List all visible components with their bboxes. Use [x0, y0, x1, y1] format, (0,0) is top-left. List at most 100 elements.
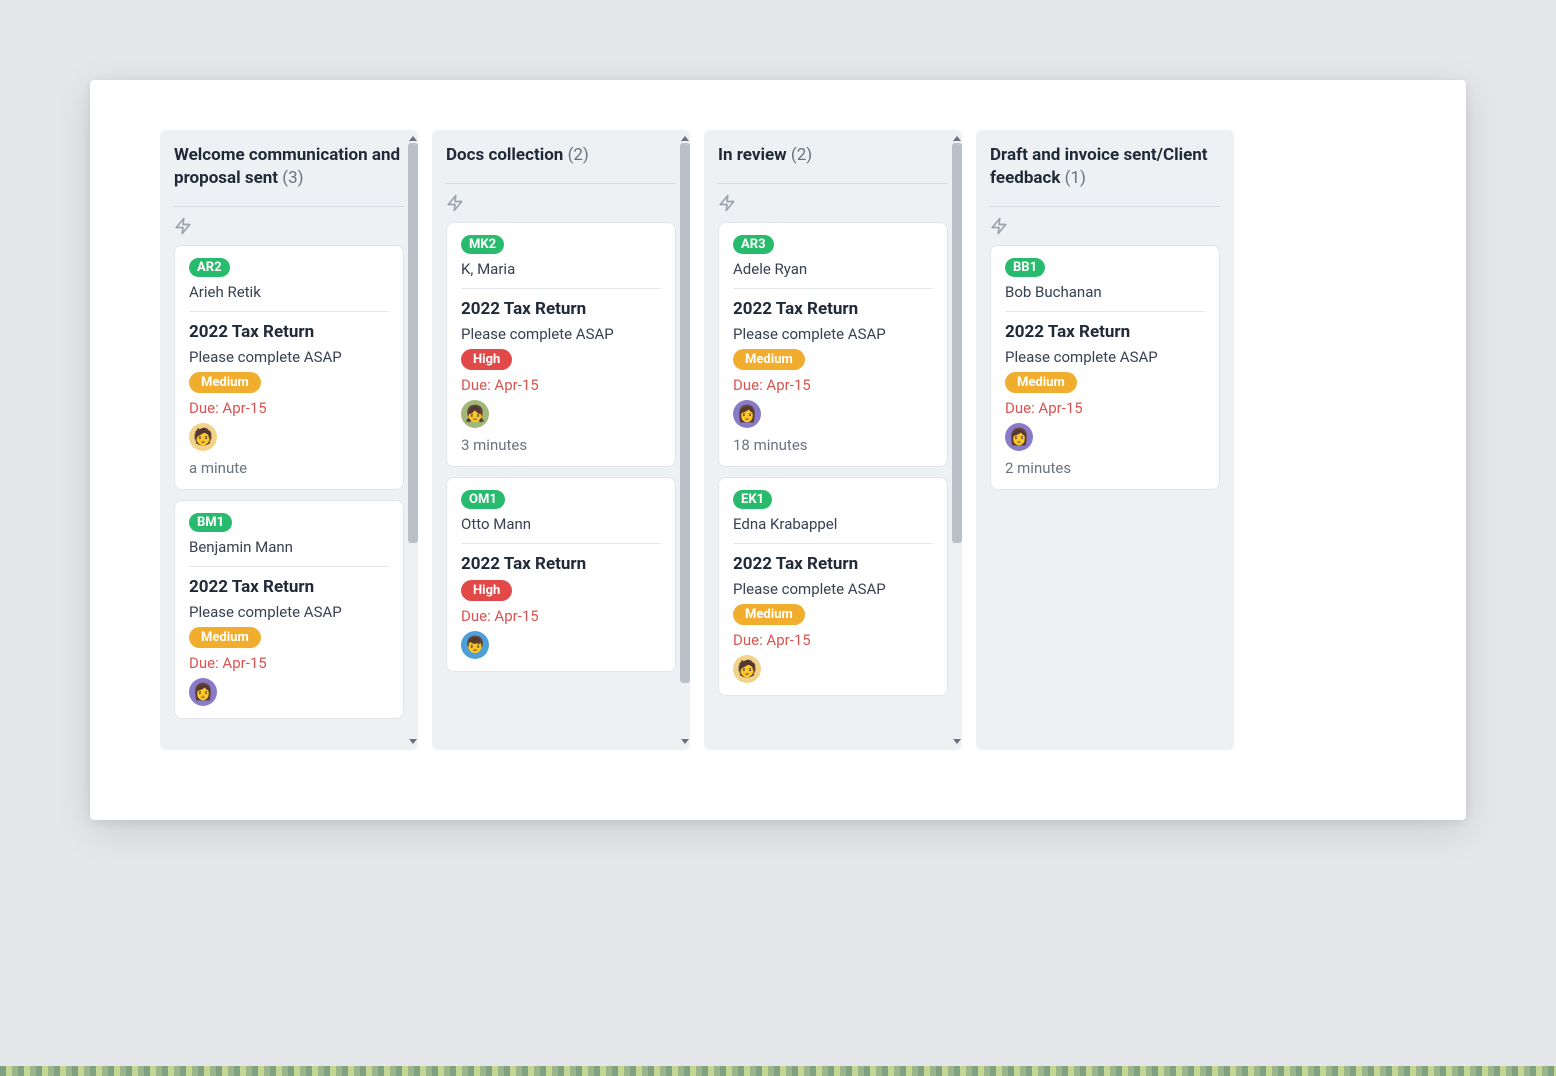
task-card[interactable]: AR2Arieh Retik2022 Tax ReturnPlease comp…	[174, 245, 404, 490]
task-card[interactable]: MK2K, Maria2022 Tax ReturnPlease complet…	[446, 222, 676, 467]
column-title: Docs collection	[446, 145, 563, 165]
column-header: Welcome communication and proposal sent …	[174, 144, 404, 200]
divider	[189, 311, 389, 312]
task-title: 2022 Tax Return	[461, 299, 661, 319]
lightning-icon[interactable]	[446, 194, 676, 212]
column-count: (1)	[1065, 168, 1086, 188]
task-description: Please complete ASAP	[1005, 348, 1205, 366]
scroll-up-icon[interactable]	[409, 136, 417, 141]
due-date: Due: Apr-15	[733, 376, 933, 394]
priority-badge: Medium	[733, 349, 805, 370]
priority-badge: Medium	[1005, 372, 1077, 393]
task-title: 2022 Tax Return	[189, 577, 389, 597]
scroll-track[interactable]	[408, 143, 418, 737]
scroll-down-icon[interactable]	[409, 739, 417, 744]
client-code-badge: AR3	[733, 235, 774, 254]
task-description: Please complete ASAP	[733, 325, 933, 343]
task-card[interactable]: AR3Adele Ryan2022 Tax ReturnPlease compl…	[718, 222, 948, 467]
divider	[446, 183, 676, 184]
divider	[733, 288, 933, 289]
scroll-thumb[interactable]	[680, 143, 690, 683]
column-title: In review	[718, 145, 787, 165]
column-header: Draft and invoice sent/Client feedback (…	[990, 144, 1220, 200]
client-name: Bob Buchanan	[1005, 283, 1205, 301]
task-description: Please complete ASAP	[189, 348, 389, 366]
column-title: Draft and invoice sent/Client feedback	[990, 145, 1208, 188]
board-column: Welcome communication and proposal sent …	[160, 130, 418, 750]
board-column: Draft and invoice sent/Client feedback (…	[976, 130, 1234, 750]
divider	[461, 543, 661, 544]
assignee-avatar[interactable]: 👧	[461, 400, 489, 428]
column-header: Docs collection (2)	[446, 144, 676, 177]
card-list: AR2Arieh Retik2022 Tax ReturnPlease comp…	[174, 245, 404, 719]
task-title: 2022 Tax Return	[733, 299, 933, 319]
scrollbar[interactable]	[406, 136, 420, 744]
scroll-track[interactable]	[952, 143, 962, 737]
scroll-thumb[interactable]	[952, 143, 962, 543]
task-card[interactable]: BB1 Bob Buchanan 2022 Tax Return Please com…	[990, 245, 1220, 490]
task-card[interactable]: BM1Benjamin Mann2022 Tax ReturnPlease co…	[174, 500, 404, 719]
client-name: Otto Mann	[461, 515, 661, 533]
scroll-track[interactable]	[680, 143, 690, 737]
priority-badge: Medium	[733, 604, 805, 625]
task-title: 2022 Tax Return	[461, 554, 661, 574]
priority-badge: Medium	[189, 372, 261, 393]
due-date: Due: Apr-15	[189, 654, 389, 672]
divider	[174, 206, 404, 207]
assignee-avatar[interactable]: 👦	[461, 631, 489, 659]
assignee-avatar[interactable]: 👩	[733, 400, 761, 428]
assignee-avatar[interactable]: 👩	[1005, 423, 1033, 451]
divider	[1005, 311, 1205, 312]
task-title: 2022 Tax Return	[189, 322, 389, 342]
lightning-icon[interactable]	[174, 217, 404, 235]
divider	[733, 543, 933, 544]
time-ago: 2 minutes	[1005, 459, 1205, 477]
scrollbar[interactable]	[950, 136, 964, 744]
column-header: In review (2)	[718, 144, 948, 177]
priority-badge: High	[461, 580, 512, 601]
client-code-badge: EK1	[733, 490, 772, 509]
scroll-down-icon[interactable]	[953, 739, 961, 744]
priority-badge: Medium	[189, 627, 261, 648]
board-column: Docs collection (2) MK2K, Maria2022 Tax R…	[432, 130, 690, 750]
due-date: Due: Apr-15	[461, 376, 661, 394]
scroll-up-icon[interactable]	[953, 136, 961, 141]
scroll-thumb[interactable]	[408, 143, 418, 543]
card-list: BB1 Bob Buchanan 2022 Tax Return Please com…	[990, 245, 1220, 490]
task-description: Please complete ASAP	[461, 325, 661, 343]
app-window: Welcome communication and proposal sent …	[90, 80, 1466, 820]
task-title: 2022 Tax Return	[733, 554, 933, 574]
assignee-avatar[interactable]: 🧑	[189, 423, 217, 451]
client-code-badge: OM1	[461, 490, 505, 509]
due-date: Due: Apr-15	[189, 399, 389, 417]
scroll-down-icon[interactable]	[681, 739, 689, 744]
divider	[189, 566, 389, 567]
divider	[990, 206, 1220, 207]
task-card[interactable]: EK1Edna Krabappel2022 Tax ReturnPlease c…	[718, 477, 948, 696]
time-ago: 18 minutes	[733, 436, 933, 454]
assignee-avatar[interactable]: 🧑	[733, 655, 761, 683]
decorative-footer-strip	[0, 1066, 1556, 1076]
task-card[interactable]: OM1 Otto Mann 2022 Tax Return High Due: Apr-…	[446, 477, 676, 672]
client-name: Edna Krabappel	[733, 515, 933, 533]
task-description: Please complete ASAP	[189, 603, 389, 621]
client-code-badge: BB1	[1005, 258, 1045, 277]
priority-badge: High	[461, 349, 512, 370]
due-date: Due: Apr-15	[733, 631, 933, 649]
scroll-up-icon[interactable]	[681, 136, 689, 141]
task-title: 2022 Tax Return	[1005, 322, 1205, 342]
column-count: (2)	[568, 145, 589, 165]
column-count: (2)	[791, 145, 812, 165]
time-ago: 3 minutes	[461, 436, 661, 454]
due-date: Due: Apr-15	[461, 607, 661, 625]
lightning-icon[interactable]	[718, 194, 948, 212]
scrollbar[interactable]	[678, 136, 692, 744]
lightning-icon[interactable]	[990, 217, 1220, 235]
divider	[461, 288, 661, 289]
client-code-badge: BM1	[189, 513, 232, 532]
kanban-board: Welcome communication and proposal sent …	[160, 130, 1396, 770]
client-code-badge: MK2	[461, 235, 504, 254]
assignee-avatar[interactable]: 👩	[189, 678, 217, 706]
column-count: (3)	[282, 168, 303, 188]
time-ago: a minute	[189, 459, 389, 477]
